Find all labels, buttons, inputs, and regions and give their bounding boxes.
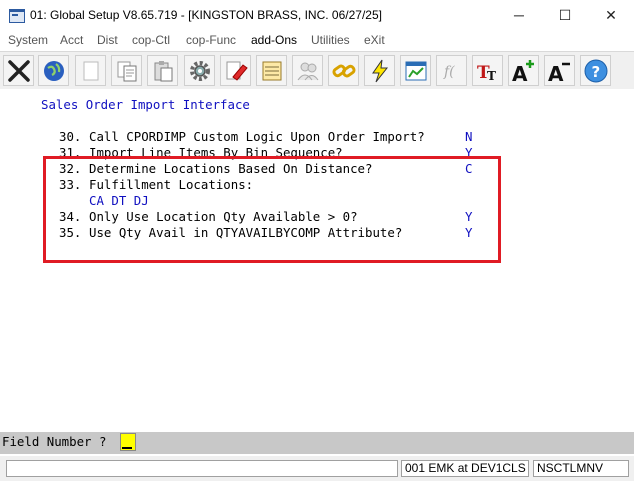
notepad-icon (262, 61, 282, 81)
function-icon: f( (443, 64, 455, 80)
lightning-icon (372, 59, 389, 83)
paste-icon (154, 61, 173, 82)
field-label-30: Call CPORDIMP Custom Logic Upon Order Im… (89, 129, 425, 144)
menu-bar: System Acct Dist cop-Ctl cop-Func add-On… (0, 31, 634, 50)
menu-dist[interactable]: Dist (97, 33, 118, 47)
field-number-30: 30. (59, 129, 82, 144)
status-program: NSCTLMNV (533, 460, 629, 477)
highlight-box (43, 156, 501, 263)
status-user: 001 EMK at DEV1CLS (401, 460, 529, 477)
svg-text:T: T (487, 69, 496, 83)
function-button[interactable]: f( (436, 55, 467, 86)
exit-button[interactable] (3, 55, 34, 86)
menu-exit[interactable]: eXit (364, 33, 385, 47)
font-style-icon: TT (477, 63, 496, 83)
menu-utilities[interactable]: Utilities (311, 33, 350, 47)
globe-button[interactable] (38, 55, 69, 86)
blank-page-icon (83, 61, 99, 81)
menu-cop-func[interactable]: cop-Func (186, 33, 236, 47)
run-button[interactable] (364, 55, 395, 86)
font-decrease-icon: A (548, 62, 570, 83)
chart-window-icon (405, 61, 427, 81)
font-decrease-button[interactable]: A (544, 55, 575, 86)
help-button[interactable]: ? (580, 55, 611, 86)
copy-button[interactable] (111, 55, 142, 86)
font-increase-button[interactable]: A (508, 55, 539, 86)
app-icon (9, 9, 25, 23)
menu-acct[interactable]: Acct (60, 33, 83, 47)
font-increase-icon: A (512, 60, 534, 83)
new-button[interactable] (75, 55, 106, 86)
title-bar: 01: Global Setup V8.65.719 - [KINGSTON B… (0, 0, 634, 31)
users-icon (297, 62, 319, 81)
erase-button[interactable] (220, 55, 251, 86)
menu-system[interactable]: System (8, 33, 48, 47)
maximize-button[interactable]: ☐ (542, 0, 588, 31)
font-style-button[interactable]: TT (472, 55, 503, 86)
menu-cop-ctl[interactable]: cop-Ctl (132, 33, 170, 47)
svg-text:f(: f( (443, 64, 455, 80)
minimize-button[interactable]: ─ (496, 0, 542, 31)
eraser-icon (226, 61, 248, 81)
copy-icon (117, 61, 137, 82)
prompt-label: Field Number ? (2, 434, 107, 449)
text-cursor (122, 447, 132, 449)
svg-text:A: A (548, 62, 564, 83)
exit-icon (8, 60, 30, 82)
link-icon (332, 64, 356, 78)
toolbar: f( TT A A ? (0, 51, 634, 90)
users-button[interactable] (292, 55, 323, 86)
chart-button[interactable] (400, 55, 431, 86)
svg-text:A: A (512, 62, 528, 83)
gear-icon (190, 61, 210, 81)
notes-button[interactable] (256, 55, 287, 86)
status-bar: 001 EMK at DEV1CLS NSCTLMNV (0, 456, 634, 481)
link-button[interactable] (328, 55, 359, 86)
screen-heading: Sales Order Import Interface (41, 97, 250, 112)
window-title: 01: Global Setup V8.65.719 - [KINGSTON B… (30, 8, 382, 22)
settings-button[interactable] (184, 55, 215, 86)
close-button[interactable]: ✕ (588, 0, 634, 31)
help-icon: ? (584, 59, 608, 83)
menu-add-ons[interactable]: add-Ons (251, 33, 297, 47)
paste-button[interactable] (147, 55, 178, 86)
field-value-30[interactable]: N (465, 129, 472, 144)
globe-icon (44, 61, 64, 81)
status-message-panel (6, 460, 398, 477)
svg-text:?: ? (592, 63, 601, 81)
